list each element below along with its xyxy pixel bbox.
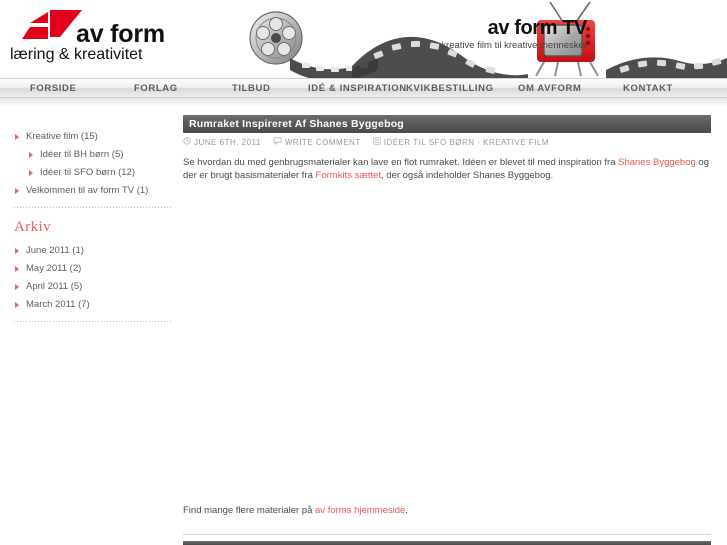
banner-artwork-icon — [249, 1, 727, 78]
clock-icon — [183, 137, 191, 147]
folder-icon — [373, 137, 381, 147]
write-comment-link[interactable]: WRITE COMMENT — [285, 138, 361, 147]
category-item[interactable]: Velkommen til av form TV (1) — [14, 185, 172, 197]
nav-item-kvikbestilling[interactable]: KVIKBESTILLING — [406, 83, 494, 94]
footer-bar — [183, 541, 711, 545]
category-item[interactable]: Idéer til SFO børn (12) — [14, 167, 172, 179]
banner-title: av form TV — [487, 17, 588, 39]
post-title-bar: Rumraket Inspireret Af Shanes Byggebog — [183, 115, 711, 133]
bullet-arrow-icon — [15, 248, 19, 254]
nav-item-tilbud[interactable]: TILBUD — [232, 83, 270, 94]
post-categories[interactable]: IDÉER TIL SFO BØRN · KREATIVE FILM — [384, 138, 549, 147]
archive-widget-title: Arkiv — [14, 219, 51, 235]
category-item[interactable]: Kreative film (15) — [14, 131, 172, 143]
bullet-arrow-icon — [29, 170, 33, 176]
video-embed-placeholder[interactable] — [183, 192, 703, 502]
nav-item-kontakt[interactable]: KONTAKT — [623, 83, 673, 94]
post-body: Se hvordan du med genbrugsmaterialer kan… — [183, 156, 711, 182]
post-article: Rumraket Inspireret Af Shanes Byggebog J… — [183, 115, 711, 517]
bullet-arrow-icon — [15, 134, 19, 140]
page-title: Rumraket Inspireret Af Shanes Byggebog — [189, 118, 404, 130]
archive-label: May 2011 (2) — [26, 263, 82, 274]
bullet-arrow-icon — [15, 302, 19, 308]
post-footer-text-1: Find mange flere materialer på — [183, 505, 316, 516]
post-body-text-3: , der også indeholder Shanes Byggebog. — [380, 170, 554, 181]
main-navigation[interactable]: FORSIDE FORLAG TILBUD IDÉ & INSPIRATION KVIK… — [0, 78, 727, 98]
category-item[interactable]: Idéer til BH børn (5) — [14, 149, 172, 161]
archive-item[interactable]: March 2011 (7) — [14, 299, 172, 311]
sidebar: Kreative film (15) Idéer til BH børn (5) I… — [14, 131, 172, 322]
comment-icon — [273, 137, 282, 147]
category-list: Kreative film (15) Idéer til BH børn (5) I… — [14, 131, 172, 197]
formkits-saettet-link[interactable]: Formkits sættet — [316, 170, 381, 181]
site-header: av form læring & kreativitet av form TV … — [0, 0, 727, 78]
av-form-logo-icon — [22, 10, 82, 39]
category-label: Velkommen til av form TV (1) — [26, 185, 149, 196]
bullet-arrow-icon — [29, 152, 33, 158]
shanes-byggebog-link[interactable]: Shanes Byggebog — [618, 157, 696, 168]
nav-item-om-avform[interactable]: OM AVFORM — [518, 83, 581, 94]
bullet-arrow-icon — [15, 188, 19, 194]
banner-subtitle: kreative film til kreative mennesker — [441, 40, 587, 51]
archive-list: June 2011 (1) May 2011 (2) April 2011 (5) M… — [14, 245, 172, 311]
av-form-tv-banner: av form TV kreative film til kreative me… — [228, 0, 727, 78]
nav-shadow — [0, 98, 727, 107]
sidebar-divider-1 — [14, 207, 172, 208]
archive-item[interactable]: June 2011 (1) — [14, 245, 172, 257]
nav-item-id-inspiration[interactable]: IDÉ & INSPIRATION — [308, 83, 407, 94]
bullet-arrow-icon — [15, 284, 19, 290]
av-form-hjemmeside-link[interactable]: av forms hjemmeside — [315, 505, 405, 516]
logo-wordmark: av form — [76, 20, 165, 48]
post-footer-text-2: . — [405, 505, 408, 516]
archive-label: April 2011 (5) — [26, 281, 83, 292]
post-date: JUNE 6TH, 2011 — [194, 137, 261, 147]
sidebar-divider-2 — [14, 321, 172, 322]
archive-item[interactable]: April 2011 (5) — [14, 281, 172, 293]
post-footer-text: Find mange flere materialer på av forms … — [183, 504, 711, 517]
footer-rule — [183, 534, 711, 535]
nav-item-forlag[interactable]: FORLAG — [134, 83, 178, 94]
archive-item[interactable]: May 2011 (2) — [14, 263, 172, 275]
category-label: Idéer til SFO børn (12) — [40, 167, 136, 178]
archive-label: June 2011 (1) — [26, 245, 84, 256]
category-label: Idéer til BH børn (5) — [40, 149, 124, 160]
post-body-text-1: Se hvordan du med genbrugsmaterialer kan… — [183, 157, 619, 168]
post-meta: JUNE 6TH, 2011 WRITE COMMENT IDÉER TIL S… — [183, 137, 711, 147]
bullet-arrow-icon — [15, 266, 19, 272]
nav-item-forside[interactable]: FORSIDE — [30, 83, 76, 94]
logo-tagline: læring & kreativitet — [10, 46, 143, 63]
category-label: Kreative film (15) — [26, 131, 98, 142]
archive-label: March 2011 (7) — [26, 299, 90, 310]
site-logo[interactable]: av form læring & kreativitet — [8, 8, 168, 64]
